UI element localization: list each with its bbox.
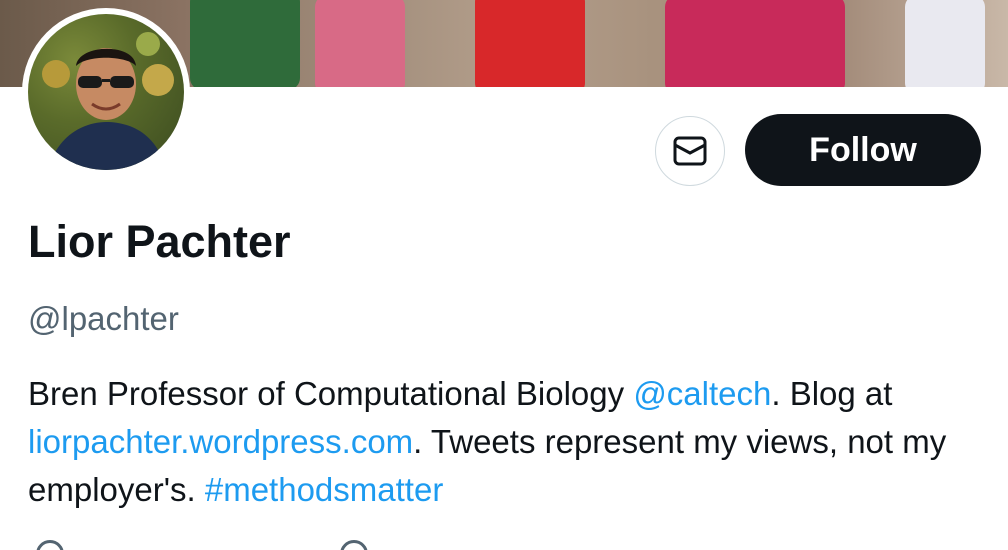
link-icon xyxy=(340,540,368,550)
avatar-photo xyxy=(28,14,184,170)
profile-bio: Bren Professor of Computational Biology … xyxy=(28,370,988,514)
location-icon xyxy=(36,540,64,550)
banner-figure xyxy=(315,0,405,87)
banner-figure xyxy=(665,0,845,87)
bio-text: Bren Professor of Computational Biology xyxy=(28,375,634,412)
hashtag-link[interactable]: #methodsmatter xyxy=(205,471,443,508)
banner-figure xyxy=(190,0,300,87)
envelope-icon xyxy=(673,136,707,166)
mention-link[interactable]: @caltech xyxy=(633,375,771,412)
profile-name: Lior Pachter xyxy=(28,216,291,267)
bio-text: . Blog at xyxy=(771,375,893,412)
follow-button[interactable]: Follow xyxy=(745,114,981,186)
website-link[interactable]: liorpachter.wordpress.com xyxy=(28,423,413,460)
banner-figure xyxy=(475,0,585,87)
avatar-portrait xyxy=(42,32,174,170)
profile-handle: @lpachter xyxy=(28,300,179,337)
banner-figure xyxy=(905,0,985,87)
avatar[interactable] xyxy=(22,8,190,176)
message-button[interactable] xyxy=(655,116,725,186)
